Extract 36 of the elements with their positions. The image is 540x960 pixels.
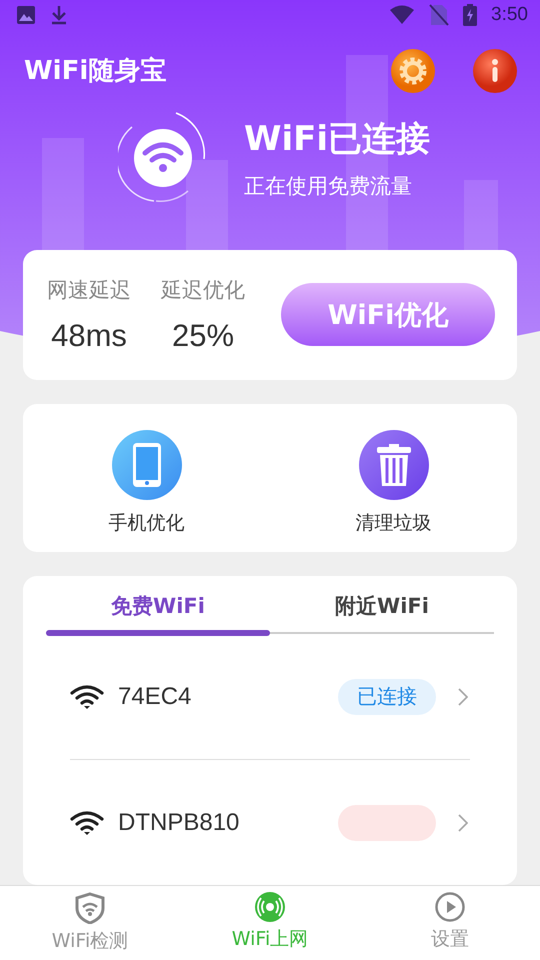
wifi-signal-icon [389, 5, 416, 26]
trash-icon[interactable] [358, 430, 428, 500]
network-name: 74EC4 [118, 682, 192, 710]
connection-subtitle: 正在使用免费流量 [244, 172, 413, 200]
tab[interactable]: 附近WiFi [270, 576, 494, 630]
battery-icon [463, 4, 478, 26]
image-icon [16, 5, 36, 26]
shield-wifi-icon [75, 892, 105, 924]
tab[interactable]: 免费WiFi [46, 576, 270, 630]
info-icon[interactable] [472, 48, 518, 94]
nav-tab[interactable]: 设置 [360, 886, 540, 960]
wifi-optimize-button[interactable]: WiFi优化 [281, 283, 495, 346]
status-badge: 已连接 [338, 678, 436, 714]
tool-label: 清理垃圾 [356, 511, 432, 536]
connection-title: WiFi已连接 [244, 118, 430, 161]
nav-tab[interactable]: WiFi上网 [180, 886, 360, 960]
stat-value: 48ms [51, 318, 127, 354]
chevron-right-icon[interactable] [458, 688, 468, 706]
network-name: DTNPB810 [118, 808, 240, 836]
wifi-icon [70, 684, 104, 710]
download-icon [50, 5, 68, 26]
app-title: WiFi随身宝 [24, 55, 166, 88]
tool-label: 手机优化 [108, 511, 184, 536]
nav-tab[interactable]: WiFi检测 [0, 886, 180, 960]
no-sim-icon [429, 4, 450, 26]
signal-icon [255, 892, 285, 922]
status-time: 3:50 [491, 4, 528, 26]
settings-icon[interactable] [390, 48, 436, 94]
wifi-icon [118, 110, 208, 205]
phone-icon[interactable] [112, 430, 182, 500]
wifi-icon [70, 810, 104, 836]
stat-label: 网速延迟 [47, 276, 131, 304]
play-icon [435, 892, 465, 922]
chevron-right-icon[interactable] [458, 814, 468, 832]
stat-value: 25% [172, 318, 234, 354]
stat-label: 延迟优化 [161, 276, 245, 304]
